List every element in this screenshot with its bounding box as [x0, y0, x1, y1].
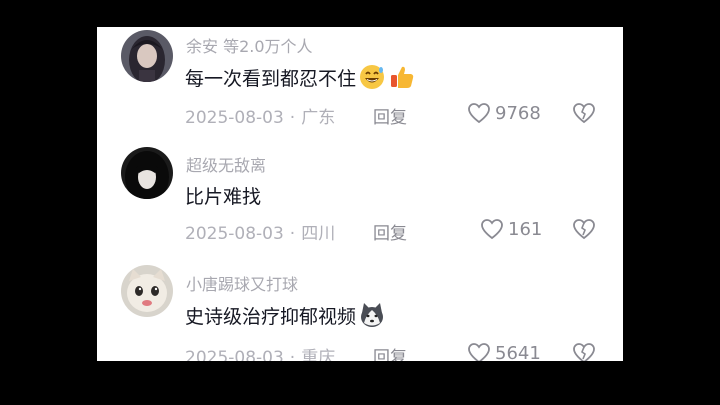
thumbs-up-icon — [388, 63, 416, 91]
comment-location: 广东 — [301, 108, 336, 128]
heart-icon — [481, 219, 503, 240]
grinning-sweat-face-icon — [358, 63, 386, 91]
comment-text: 比片难找 — [185, 182, 261, 209]
comment-username[interactable]: 余安 等2.0万个人 — [186, 33, 313, 57]
like-count: 9768 — [495, 102, 541, 124]
comment-text: 每一次看到都忍不住 — [185, 63, 416, 91]
dislike-button[interactable] — [572, 218, 596, 240]
dislike-button[interactable] — [572, 102, 596, 124]
like-button[interactable]: 9768 — [467, 102, 541, 124]
comment-list: 余安 等2.0万个人 每一次看到都忍不住 2025-08-03 · 广东 回复 … — [97, 27, 623, 361]
comment-username[interactable]: 小唐踢球又打球 — [186, 271, 298, 295]
like-count: 5641 — [495, 342, 541, 362]
meta-separator: · — [289, 108, 296, 128]
comment-location: 四川 — [301, 224, 336, 244]
avatar[interactable] — [121, 147, 173, 199]
comment-meta: 2025-08-03 · 广东 — [185, 103, 335, 128]
reply-button[interactable]: 回复 — [373, 103, 407, 128]
reply-button[interactable]: 回复 — [373, 343, 407, 361]
like-button[interactable]: 161 — [480, 218, 542, 240]
meta-separator: · — [289, 348, 296, 361]
comment-item: 小唐踢球又打球 史诗级治疗抑郁视频 2025-08-03 · 重庆 回复 564… — [97, 263, 623, 361]
comment-username[interactable]: 超级无敌离 — [186, 152, 266, 176]
comment-meta: 2025-08-03 · 重庆 — [185, 343, 335, 361]
comment-date: 2025-08-03 — [185, 348, 284, 361]
comment-date: 2025-08-03 — [185, 108, 284, 128]
husky-dog-icon — [358, 301, 386, 329]
broken-heart-icon — [573, 103, 595, 124]
like-button[interactable]: 5641 — [467, 342, 541, 361]
comment-item: 余安 等2.0万个人 每一次看到都忍不住 2025-08-03 · 广东 回复 … — [97, 27, 623, 145]
comment-meta: 2025-08-03 · 四川 — [185, 219, 335, 244]
comment-location: 重庆 — [301, 348, 336, 361]
dislike-button[interactable] — [572, 342, 596, 361]
avatar[interactable] — [121, 30, 173, 82]
comment-text-body: 每一次看到都忍不住 — [185, 67, 357, 90]
avatar[interactable] — [121, 265, 173, 317]
comment-text: 史诗级治疗抑郁视频 — [185, 301, 386, 329]
comment-item: 超级无敌离 比片难找 2025-08-03 · 四川 回复 161 — [97, 147, 623, 265]
reply-button[interactable]: 回复 — [373, 219, 407, 244]
comment-text-body: 比片难找 — [185, 186, 262, 208]
broken-heart-icon — [573, 343, 595, 361]
broken-heart-icon — [573, 219, 595, 240]
comment-text-body: 史诗级治疗抑郁视频 — [185, 305, 357, 328]
meta-separator: · — [289, 224, 296, 244]
comment-date: 2025-08-03 — [185, 224, 284, 244]
like-count: 161 — [508, 218, 543, 240]
heart-icon — [468, 343, 490, 361]
heart-icon — [468, 103, 490, 124]
